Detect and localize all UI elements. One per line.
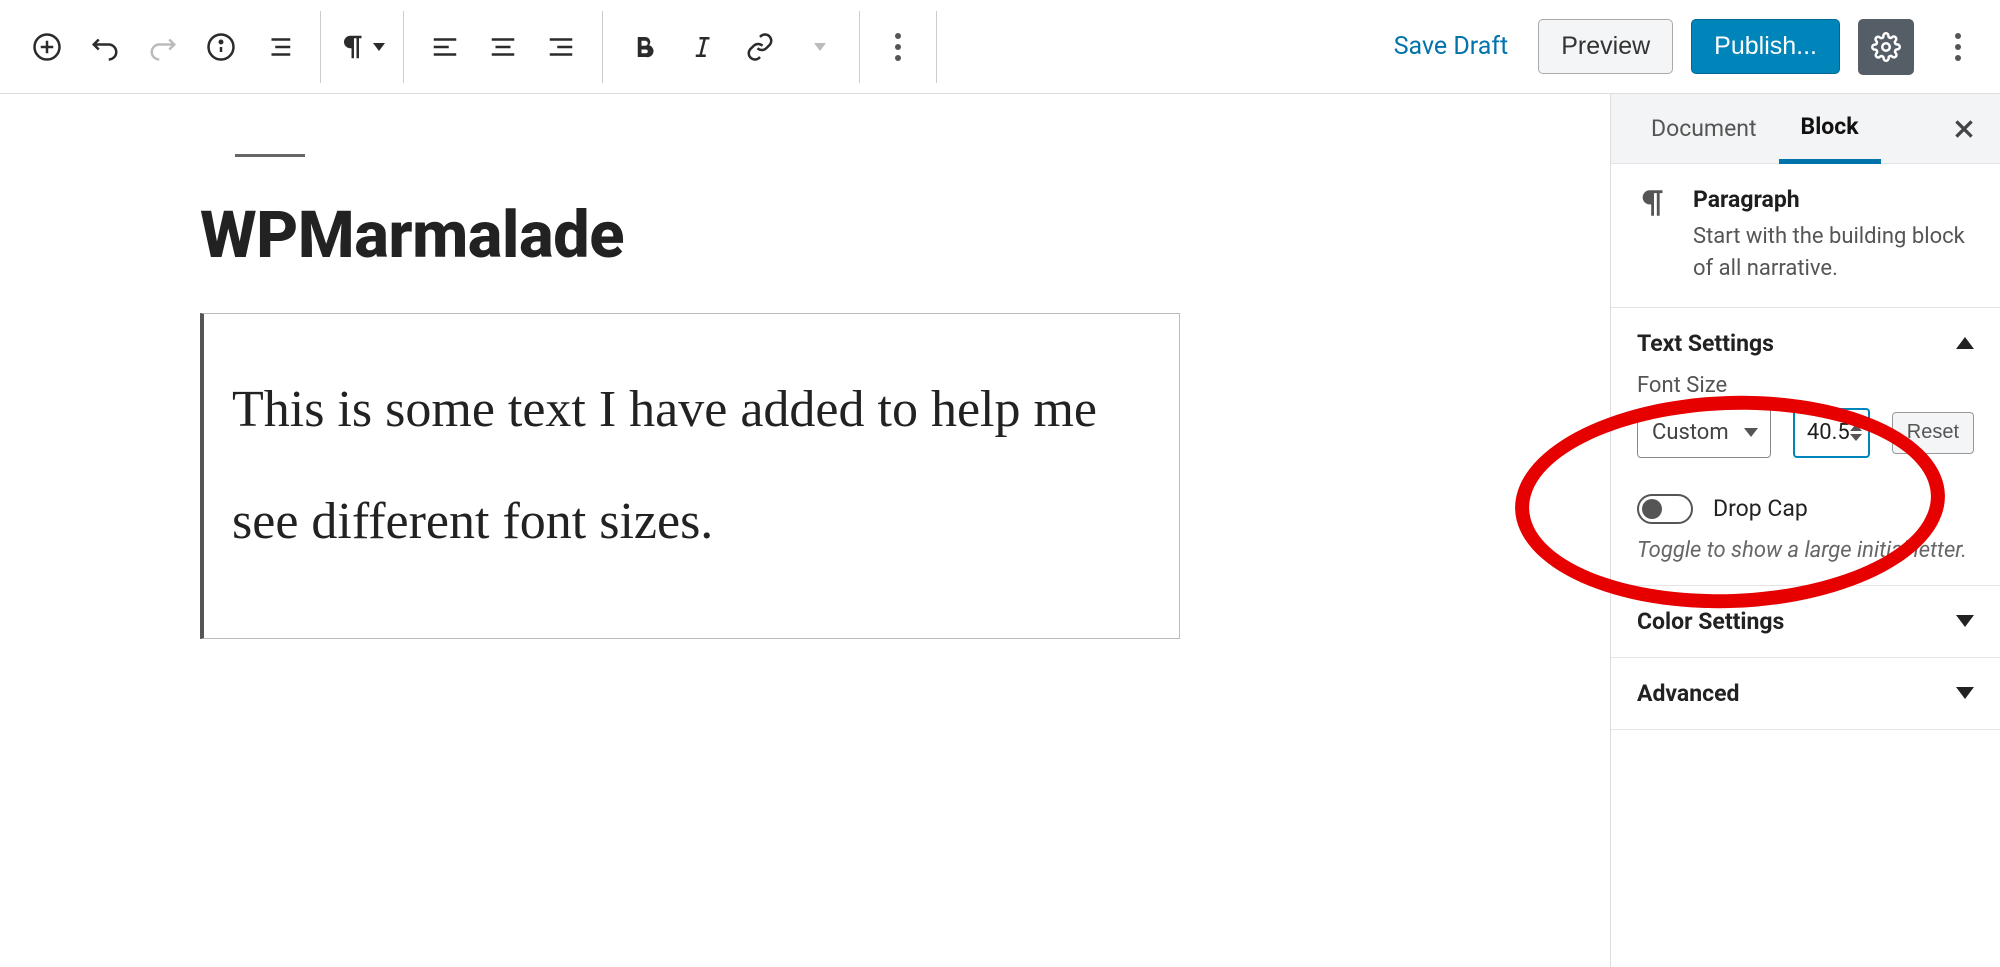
panel-title: Color Settings (1637, 608, 1784, 635)
panel-header-advanced[interactable]: Advanced (1637, 680, 1974, 707)
save-draft-link[interactable]: Save Draft (1382, 24, 1521, 69)
block-type-description: Start with the building block of all nar… (1693, 221, 1974, 285)
panel-block-info: Paragraph Start with the building block … (1611, 164, 2000, 308)
publish-button[interactable]: Publish... (1691, 19, 1840, 74)
add-block-button[interactable] (21, 21, 73, 73)
block-type-button[interactable] (336, 21, 388, 73)
drop-cap-toggle[interactable] (1637, 494, 1693, 524)
align-left-button[interactable] (419, 21, 471, 73)
align-right-button[interactable] (535, 21, 587, 73)
undo-button[interactable] (79, 21, 131, 73)
settings-sidebar: Document Block Paragraph Start with the … (1610, 94, 2000, 967)
toolbar-right: Save Draft Preview Publish... (1382, 19, 1984, 75)
align-center-button[interactable] (477, 21, 529, 73)
toolbar-group-more (860, 11, 937, 83)
panel-header-text-settings[interactable]: Text Settings (1637, 330, 1974, 357)
font-size-value: 40.5 (1807, 420, 1850, 445)
preview-button[interactable]: Preview (1538, 19, 1673, 74)
chevron-down-icon (1956, 687, 1974, 699)
font-size-label: Font Size (1637, 373, 1974, 398)
toolbar-group-format (603, 11, 860, 83)
link-button[interactable] (734, 21, 786, 73)
panel-color-settings: Color Settings (1611, 586, 2000, 658)
chevron-down-icon (1956, 615, 1974, 627)
drop-cap-row: Drop Cap (1637, 494, 1974, 524)
tab-document[interactable]: Document (1629, 94, 1779, 163)
block-more-button[interactable] (872, 19, 924, 75)
toolbar-group-align (404, 11, 603, 83)
settings-button[interactable] (1858, 19, 1914, 75)
paragraph-block[interactable]: This is some text I have added to help m… (200, 313, 1180, 639)
font-size-preset-select[interactable]: Custom (1637, 408, 1771, 458)
panel-text-settings: Text Settings Font Size Custom 40.5 Rese… (1611, 308, 2000, 586)
paragraph-icon (1637, 186, 1671, 220)
toolbar-group-history (12, 11, 321, 83)
title-divider (235, 154, 305, 157)
chevron-up-icon (1956, 337, 1974, 349)
editor-canvas: WPMarmalade This is some text I have add… (0, 94, 1610, 967)
font-size-row: Custom 40.5 Reset (1637, 408, 1974, 458)
chevron-down-icon (814, 43, 826, 51)
outline-button[interactable] (253, 21, 305, 73)
post-title[interactable]: WPMarmalade (200, 197, 1180, 273)
more-vertical-icon (895, 33, 901, 61)
font-size-preset-value: Custom (1652, 420, 1729, 445)
tab-block[interactable]: Block (1779, 95, 1881, 164)
editor-more-button[interactable] (1932, 19, 1984, 75)
italic-button[interactable] (676, 21, 728, 73)
drop-cap-label: Drop Cap (1713, 495, 1808, 522)
sidebar-tabs: Document Block (1611, 94, 2000, 164)
block-type-title: Paragraph (1693, 186, 1974, 213)
panel-title: Text Settings (1637, 330, 1774, 357)
chevron-down-icon (1744, 428, 1758, 437)
more-vertical-icon (1955, 33, 1961, 61)
toolbar-left (12, 0, 1382, 93)
format-more-button[interactable] (792, 21, 844, 73)
toolbar-group-blocktype (321, 11, 404, 83)
panel-title: Advanced (1637, 680, 1739, 707)
close-sidebar-button[interactable] (1946, 111, 1982, 147)
panel-advanced: Advanced (1611, 658, 2000, 730)
number-spinner-icon (1850, 424, 1862, 441)
drop-cap-description: Toggle to show a large initial letter. (1637, 538, 1974, 563)
info-button[interactable] (195, 21, 247, 73)
font-size-number-input[interactable]: 40.5 (1793, 408, 1870, 458)
redo-button[interactable] (137, 21, 189, 73)
chevron-down-icon (373, 43, 385, 51)
font-size-reset-button[interactable]: Reset (1892, 412, 1974, 454)
editor-toolbar: Save Draft Preview Publish... (0, 0, 2000, 94)
panel-header-color-settings[interactable]: Color Settings (1637, 608, 1974, 635)
bold-button[interactable] (618, 21, 670, 73)
